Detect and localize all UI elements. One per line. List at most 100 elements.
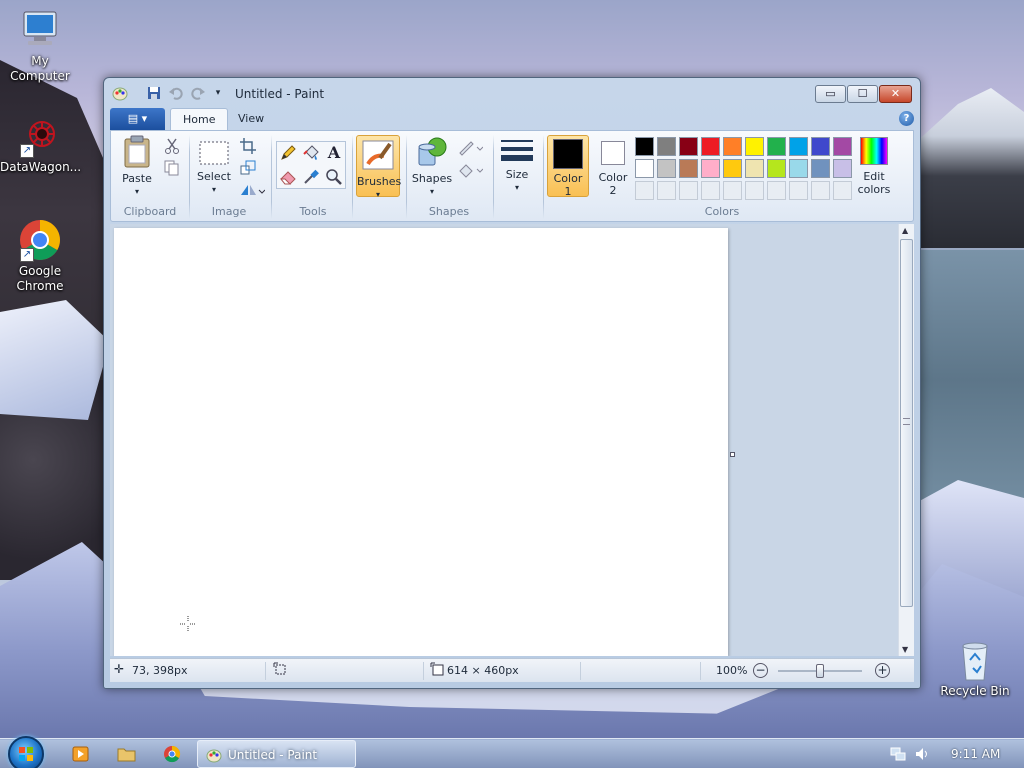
palette-custom-slot[interactable] (701, 181, 720, 200)
palette-swatch[interactable] (723, 137, 742, 156)
edit-colors-button[interactable]: Edit colors (853, 137, 895, 196)
minimize-button[interactable]: ▭ (815, 85, 846, 103)
zoom-out-button[interactable]: − (753, 663, 768, 678)
close-button[interactable]: ✕ (879, 85, 912, 103)
palette-custom-slot[interactable] (657, 181, 676, 200)
text-tool-icon[interactable]: A (325, 144, 343, 162)
group-label-shapes: Shapes (428, 205, 470, 218)
outline-icon[interactable] (457, 139, 484, 157)
palette-swatch[interactable] (833, 137, 852, 156)
canvas-workspace[interactable] (110, 224, 898, 656)
paste-button[interactable]: Paste ▾ (117, 135, 157, 198)
zoom-slider-thumb[interactable] (816, 664, 824, 678)
size-button[interactable]: Size ▾ (497, 137, 537, 194)
copy-icon[interactable] (163, 159, 181, 177)
palette-swatch[interactable] (767, 137, 786, 156)
palette-swatch[interactable] (657, 159, 676, 178)
select-icon (199, 141, 229, 165)
crop-icon[interactable] (239, 137, 257, 155)
palette-swatch[interactable] (701, 159, 720, 178)
desktop-icon-recycle-bin[interactable]: Recycle Bin (935, 638, 1015, 699)
taskbar-chrome[interactable] (152, 742, 192, 766)
edit-colors-icon (860, 137, 888, 165)
network-icon[interactable] (890, 746, 906, 765)
volume-icon[interactable] (914, 746, 930, 765)
palette-swatch[interactable] (789, 137, 808, 156)
palette-swatch[interactable] (701, 137, 720, 156)
palette-swatch[interactable] (745, 137, 764, 156)
shortcut-arrow-icon: ↗ (20, 248, 34, 262)
color-picker-icon[interactable] (302, 168, 320, 186)
start-button[interactable] (8, 736, 44, 768)
palette-custom-slot[interactable] (767, 181, 786, 200)
maximize-button[interactable]: ☐ (847, 85, 878, 103)
cut-icon[interactable] (163, 137, 181, 155)
save-icon[interactable] (146, 85, 162, 101)
scroll-up-arrow-icon[interactable]: ▲ (902, 226, 908, 235)
tab-view[interactable]: View (226, 108, 276, 130)
ribbon-tab-row: ▤ ▾ Home View ? (110, 108, 914, 130)
window-title: Untitled - Paint (235, 87, 325, 101)
select-button[interactable]: Select ▾ (193, 139, 235, 196)
palette-swatch[interactable] (657, 137, 676, 156)
color2-swatch (601, 141, 625, 165)
palette-swatch[interactable] (833, 159, 852, 178)
palette-custom-slot[interactable] (635, 181, 654, 200)
file-menu-button[interactable]: ▤ ▾ (110, 108, 165, 130)
palette-swatch[interactable] (635, 159, 654, 178)
color2-button[interactable]: Color 2 (593, 138, 633, 197)
fill-shape-icon[interactable] (457, 161, 484, 179)
size-label: Size (505, 168, 529, 181)
palette-custom-slot[interactable] (789, 181, 808, 200)
taskbar-explorer[interactable] (106, 742, 146, 766)
help-icon[interactable]: ? (899, 111, 914, 126)
resize-icon[interactable] (239, 159, 257, 177)
magnifier-icon[interactable] (325, 168, 343, 186)
color1-button[interactable]: Color 1 (547, 135, 589, 198)
palette-swatch[interactable] (723, 159, 742, 178)
palette-custom-slot[interactable] (679, 181, 698, 200)
palette-custom-slot[interactable] (811, 181, 830, 200)
desktop-icon-datawagon[interactable]: ↗ DataWagon... (0, 114, 81, 175)
desktop-icon-google-chrome[interactable]: ↗ Google Chrome (0, 218, 80, 294)
taskbar-media-player[interactable] (60, 742, 100, 766)
scroll-down-arrow-icon[interactable]: ▼ (902, 645, 908, 654)
paste-icon (124, 135, 150, 168)
palette-swatch[interactable] (767, 159, 786, 178)
chevron-down-icon: ▾ (429, 187, 434, 196)
taskbar-paint-task[interactable]: Untitled - Paint (197, 740, 356, 768)
scrollbar-thumb[interactable] (900, 239, 913, 607)
vertical-scrollbar[interactable]: ▲ ▼ (898, 224, 914, 656)
rotate-icon[interactable] (239, 181, 266, 199)
fill-icon[interactable] (302, 144, 320, 162)
palette-swatch[interactable] (811, 159, 830, 178)
drawing-canvas[interactable] (114, 228, 728, 656)
zoom-in-button[interactable]: + (875, 663, 890, 678)
undo-icon[interactable] (168, 85, 184, 101)
palette-custom-slot[interactable] (723, 181, 742, 200)
brushes-button[interactable]: Brushes ▾ (356, 135, 401, 199)
paint-app-icon[interactable] (112, 85, 128, 101)
clock[interactable]: 9:11 AM (951, 747, 1000, 761)
palette-swatch[interactable] (789, 159, 808, 178)
palette-swatch[interactable] (635, 137, 654, 156)
palette-swatch[interactable] (745, 159, 764, 178)
selection-size-icon (273, 662, 287, 679)
redo-icon[interactable] (190, 85, 206, 101)
palette-swatch[interactable] (679, 137, 698, 156)
title-bar[interactable]: ▾ Untitled - Paint ▭ ☐ ✕ (104, 78, 920, 106)
shapes-button[interactable]: Shapes ▾ (411, 135, 453, 198)
palette-swatch[interactable] (811, 137, 830, 156)
chevron-down-icon: ▾ (514, 183, 519, 192)
canvas-resize-handle[interactable] (730, 452, 735, 457)
palette-custom-slot[interactable] (745, 181, 764, 200)
paint-app-icon (206, 747, 222, 766)
customize-qat-icon[interactable]: ▾ (210, 85, 226, 101)
palette-swatch[interactable] (679, 159, 698, 178)
pencil-icon[interactable] (279, 144, 297, 162)
palette-custom-slot[interactable] (833, 181, 852, 200)
brush-icon (362, 140, 394, 170)
desktop-icon-my-computer[interactable]: My Computer (0, 8, 80, 84)
eraser-icon[interactable] (279, 168, 297, 186)
tab-home[interactable]: Home (170, 108, 229, 130)
